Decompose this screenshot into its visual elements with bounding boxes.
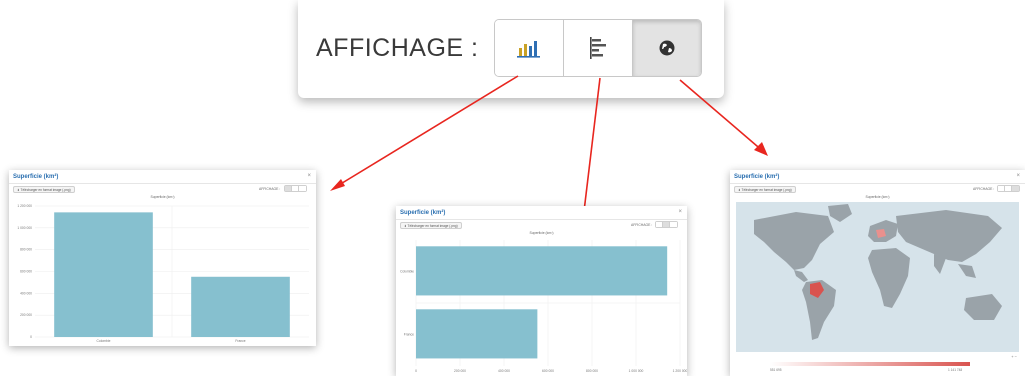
x-tick-label: 0 <box>415 369 417 373</box>
scale-max-label: 1 141 748 <box>948 368 963 372</box>
panel-divider <box>730 183 1025 184</box>
scale-min-label: 551 695 <box>770 368 782 372</box>
mini-affichage-label: AFFICHAGE : <box>973 187 995 191</box>
bar-france <box>191 276 290 337</box>
mini-view-buttons <box>284 185 307 192</box>
y-tick-label: 1 000 000 <box>17 226 32 230</box>
x-tick-label: 600 000 <box>542 369 554 373</box>
panel-title: Superficie (km²) <box>400 210 446 216</box>
color-scale-bar <box>770 362 970 366</box>
chart-subtitle: Superficie (km²) <box>865 195 890 199</box>
map-panel: Superficie (km²) × ⬇ Télécharger en form… <box>730 170 1025 376</box>
download-png-button[interactable]: ⬇ Télécharger en format image (.png) <box>734 186 796 193</box>
x-tick-label: 800 000 <box>586 369 598 373</box>
close-icon[interactable]: × <box>307 173 311 179</box>
mini-hbar-button[interactable] <box>663 222 670 227</box>
y-tick-label: 400 000 <box>20 291 32 295</box>
mini-map-button[interactable] <box>670 222 677 227</box>
mini-bar-button[interactable] <box>998 186 1005 191</box>
y-tick-label: 1 200 000 <box>17 204 32 208</box>
y-tick-label: Colombie <box>400 270 414 274</box>
mini-hbar-button[interactable] <box>292 186 299 191</box>
mini-map-button[interactable] <box>299 186 306 191</box>
x-tick-label: 400 000 <box>498 369 510 373</box>
vertical-bar-view-button[interactable] <box>495 20 564 76</box>
x-tick-label: Colombie <box>97 339 111 343</box>
y-tick-label: 800 000 <box>20 248 32 252</box>
y-tick-label: 0 <box>30 335 32 339</box>
bar-chart-icon <box>517 41 540 58</box>
view-button-group <box>494 19 702 77</box>
bar-france <box>416 309 538 359</box>
mini-view-buttons <box>997 185 1020 192</box>
map-zoom-controls[interactable]: + − <box>1011 354 1017 359</box>
x-tick-label: 1 000 000 <box>629 369 644 373</box>
horizontal-bar-view-button[interactable] <box>564 20 633 76</box>
map-view-button[interactable] <box>633 20 701 76</box>
x-tick-label: France <box>235 339 245 343</box>
mini-hbar-button[interactable] <box>1005 186 1012 191</box>
panel-divider <box>9 183 316 184</box>
x-tick-label: 200 000 <box>454 369 466 373</box>
panel-title: Superficie (km²) <box>734 174 780 180</box>
mini-bar-button[interactable] <box>656 222 663 227</box>
y-tick-label: 200 000 <box>20 313 32 317</box>
vertical-bar-panel: Superficie (km²) × ⬇ Télécharger en form… <box>9 170 316 346</box>
close-icon[interactable]: × <box>1016 173 1020 179</box>
affichage-label: AFFICHAGE : <box>316 34 479 62</box>
bar-colombie <box>54 212 153 337</box>
globe-icon <box>659 40 675 56</box>
mini-map-button[interactable] <box>1012 186 1019 191</box>
download-png-button[interactable]: ⬇ Télécharger en format image (.png) <box>400 222 462 229</box>
horizontal-bar-panel: Superficie (km²) × ⬇ Télécharger en form… <box>396 206 687 376</box>
y-tick-label: 600 000 <box>20 270 32 274</box>
x-tick-label: 1 200 000 <box>673 369 687 373</box>
display-toolbar: AFFICHAGE : <box>298 0 724 98</box>
chart-subtitle: Superficie (km²) <box>150 195 175 199</box>
mini-bar-button[interactable] <box>285 186 292 191</box>
mini-affichage-label: AFFICHAGE : <box>631 223 653 227</box>
vertical-bar-chart: 1 200 000 1 000 000 800 000 600 000 400 000 2… <box>17 204 309 343</box>
panel-title: Superficie (km²) <box>13 174 59 180</box>
mini-view-buttons <box>655 221 678 228</box>
mini-affichage-label: AFFICHAGE : <box>259 187 281 191</box>
download-png-button[interactable]: ⬇ Télécharger en format image (.png) <box>13 186 75 193</box>
bar-colombie <box>416 246 668 296</box>
world-map <box>736 202 1019 352</box>
close-icon[interactable]: × <box>678 209 682 215</box>
y-tick-label: France <box>404 333 414 337</box>
horizontal-bar-chart-icon <box>590 37 606 59</box>
horizontal-bar-chart: 0 200 000 400 000 600 000 800 000 1 000 000 1 … <box>400 240 687 373</box>
chart-subtitle: Superficie (km²) <box>529 231 554 235</box>
panel-divider <box>396 219 687 220</box>
